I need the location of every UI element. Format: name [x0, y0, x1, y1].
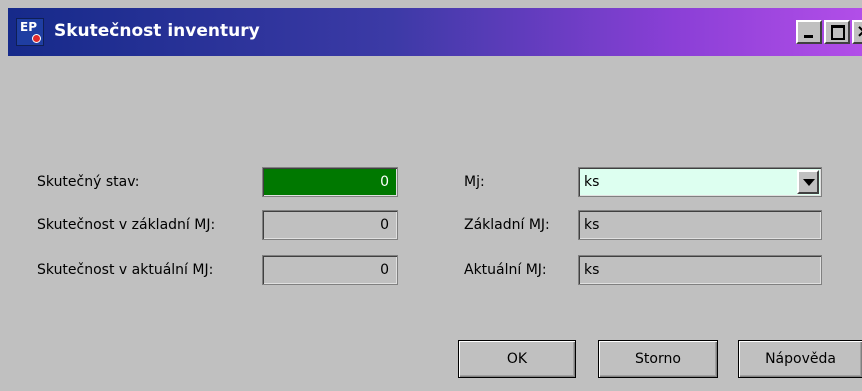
app-icon-text: EP: [20, 20, 37, 34]
dropdown-arrow-icon[interactable]: [797, 170, 819, 194]
minimize-button[interactable]: [796, 20, 822, 44]
maximize-button[interactable]: [824, 20, 850, 44]
base-mj-label: Základní MJ:: [464, 217, 550, 233]
mj-select[interactable]: ks: [578, 167, 822, 197]
close-button[interactable]: ×: [852, 20, 862, 44]
mj-select-value: ks: [584, 174, 600, 190]
app-icon: EP: [16, 18, 44, 46]
current-quantity-label: Skutečnost v aktuální MJ:: [37, 262, 214, 278]
actual-state-label: Skutečný stav:: [37, 174, 140, 190]
help-button[interactable]: Nápověda: [738, 340, 862, 378]
cancel-button[interactable]: Storno: [598, 340, 718, 378]
title-bar[interactable]: EP Skutečnost inventury ×: [8, 8, 862, 56]
actual-state-field[interactable]: 0: [262, 167, 398, 197]
app-icon-badge: [32, 34, 41, 43]
window-title: Skutečnost inventury: [54, 21, 260, 41]
close-icon: ×: [856, 22, 862, 42]
base-quantity-label: Skutečnost v základní MJ:: [37, 217, 216, 233]
base-quantity-field: 0: [262, 210, 398, 240]
dialog-window: EP Skutečnost inventury × Skutečný stav:…: [0, 0, 862, 391]
mj-label: Mj:: [464, 174, 485, 190]
current-mj-field: ks: [578, 255, 822, 285]
current-quantity-field: 0: [262, 255, 398, 285]
base-mj-field: ks: [578, 210, 822, 240]
ok-button[interactable]: OK: [458, 340, 576, 378]
current-mj-label: Aktuální MJ:: [464, 262, 547, 278]
